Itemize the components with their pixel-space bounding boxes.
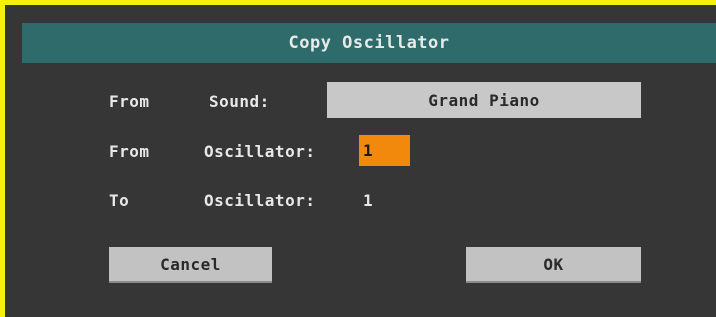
to-oscillator-value: 1	[363, 191, 374, 210]
from-sound-sound-label: Sound:	[209, 92, 270, 111]
from-oscillator-from-label: From	[109, 142, 150, 161]
dialog-title: Copy Oscillator	[22, 23, 716, 63]
to-oscillator-to-label: To	[109, 191, 130, 210]
cancel-button[interactable]: Cancel	[109, 247, 272, 283]
to-oscillator-oscillator-label: Oscillator:	[204, 191, 316, 210]
from-oscillator-oscillator-label: Oscillator:	[204, 142, 316, 161]
from-oscillator-field[interactable]: 1	[359, 135, 410, 166]
ok-button[interactable]: OK	[466, 247, 641, 283]
from-sound-selector[interactable]: Grand Piano	[327, 82, 641, 118]
copy-oscillator-dialog: Copy Oscillator From Sound: Grand Piano …	[5, 5, 716, 317]
from-sound-from-label: From	[109, 92, 150, 111]
